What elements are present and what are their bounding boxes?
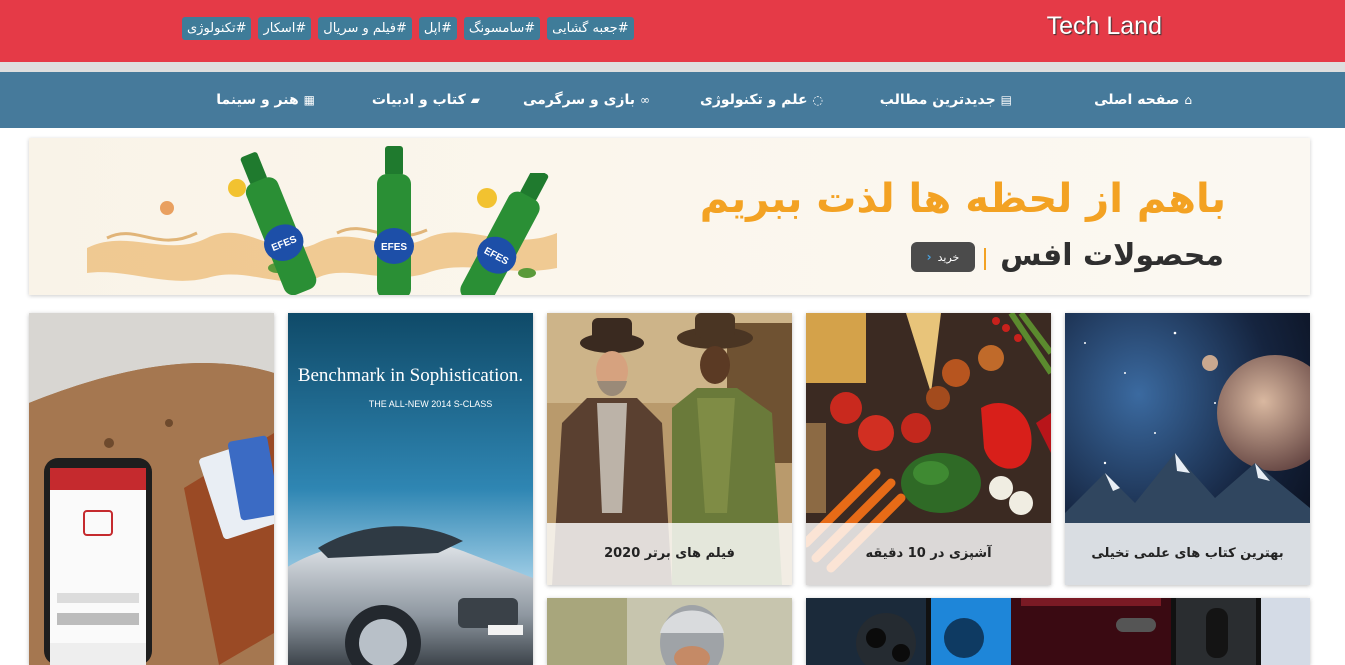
post-card-mobile-payment[interactable] — [29, 313, 274, 665]
efes-bottle: EFES — [374, 146, 414, 295]
post-card-caption: فیلم های برتر 2020 — [547, 523, 792, 585]
film-icon: ▦ — [303, 93, 315, 107]
header-divider — [0, 62, 1345, 72]
nav-item-games[interactable]: ∞ بازی و سرگرمی — [523, 72, 650, 128]
post-card-caption: بهترین کتاب های علمی تخیلی — [1065, 523, 1310, 585]
post-card-cooking[interactable]: آشپزی در 10 دقیقه — [806, 313, 1051, 585]
nav-item-books[interactable]: ▰ کتاب و ادبیات — [372, 72, 480, 128]
ad-title: Benchmark in Sophistication. — [297, 365, 524, 386]
nav-item-cinema[interactable]: ▦ هنر و سینما — [216, 72, 315, 128]
tag-samsung[interactable]: #سامسونگ — [463, 17, 541, 40]
ad-subtitle: THE ALL-NEW 2014 S-CLASS — [368, 399, 493, 409]
spinner-icon: ◌ — [812, 93, 823, 107]
main-nav: ⌂ صفحه اصلی ▤ جدیدترین مطالب ◌ علم و تکن… — [0, 72, 1345, 128]
home-icon: ⌂ — [1184, 93, 1192, 107]
efes-bottle: EFES — [460, 173, 549, 295]
buy-button[interactable]: خرید ‹ — [911, 242, 975, 272]
nav-item-label: جدیدترین مطالب — [879, 92, 996, 108]
tag-unboxing[interactable]: #جعبه گشایی — [547, 17, 634, 40]
efes-bottle: EFES — [240, 152, 317, 295]
helmet-rider-image — [547, 598, 792, 665]
gamepad-icon: ∞ — [640, 93, 650, 107]
nav-item-label: علم و تکنولوژی — [699, 92, 808, 108]
bottle-brand: EFES — [381, 242, 407, 253]
nav-item-label: صفحه اصلی — [1094, 92, 1180, 108]
tag-technology[interactable]: #تکنولوژی — [182, 17, 252, 40]
nav-item-science[interactable]: ◌ علم و تکنولوژی — [700, 72, 823, 128]
phone-wallet-image — [29, 313, 274, 665]
nav-item-home[interactable]: ⌂ صفحه اصلی — [1094, 72, 1192, 128]
nav-item-label: کتاب و ادبیات — [371, 92, 466, 108]
tag-apple[interactable]: #اپل — [418, 17, 457, 40]
book-icon: ▰ — [470, 93, 480, 107]
ad-card-mercedes[interactable]: Benchmark in Sophistication. THE ALL-NEW… — [288, 313, 533, 665]
ad-banner[interactable]: EFES EFES EFES باهم از لحظه ها لذت ببریم… — [29, 138, 1310, 295]
nav-item-label: بازی و سرگرمی — [522, 92, 635, 108]
smartphones-image — [806, 598, 1310, 665]
post-card-caption: آشپزی در 10 دقیقه — [806, 523, 1051, 585]
banner-headline: باهم از لحظه ها لذت ببریم — [699, 176, 1226, 222]
post-card-scifi-books[interactable]: بهترین کتاب های علمی تخیلی — [1065, 313, 1310, 585]
chevron-left-icon: ‹ — [926, 250, 932, 264]
nav-item-label: هنر و سینما — [216, 92, 299, 108]
post-card-movies[interactable]: فیلم های برتر 2020 — [547, 313, 792, 585]
buy-button-label: خرید — [937, 250, 960, 264]
newspaper-icon: ▤ — [1000, 93, 1012, 107]
header-bar: #تکنولوژی #اسکار #فیلم و سریال #اپل #سام… — [0, 0, 1345, 62]
site-logo[interactable]: Tech Land — [1047, 12, 1162, 41]
tag-oscar[interactable]: #اسکار — [258, 17, 312, 40]
nav-item-latest[interactable]: ▤ جدیدترین مطالب — [880, 72, 1012, 128]
post-card-helmet[interactable] — [547, 598, 792, 665]
tag-list: #تکنولوژی #اسکار #فیلم و سریال #اپل #سام… — [182, 17, 634, 40]
banner-separator — [984, 248, 986, 270]
post-card-smartphones[interactable] — [806, 598, 1310, 665]
tag-film-series[interactable]: #فیلم و سریال — [318, 17, 412, 40]
banner-product: محصولات افس — [1000, 238, 1224, 273]
